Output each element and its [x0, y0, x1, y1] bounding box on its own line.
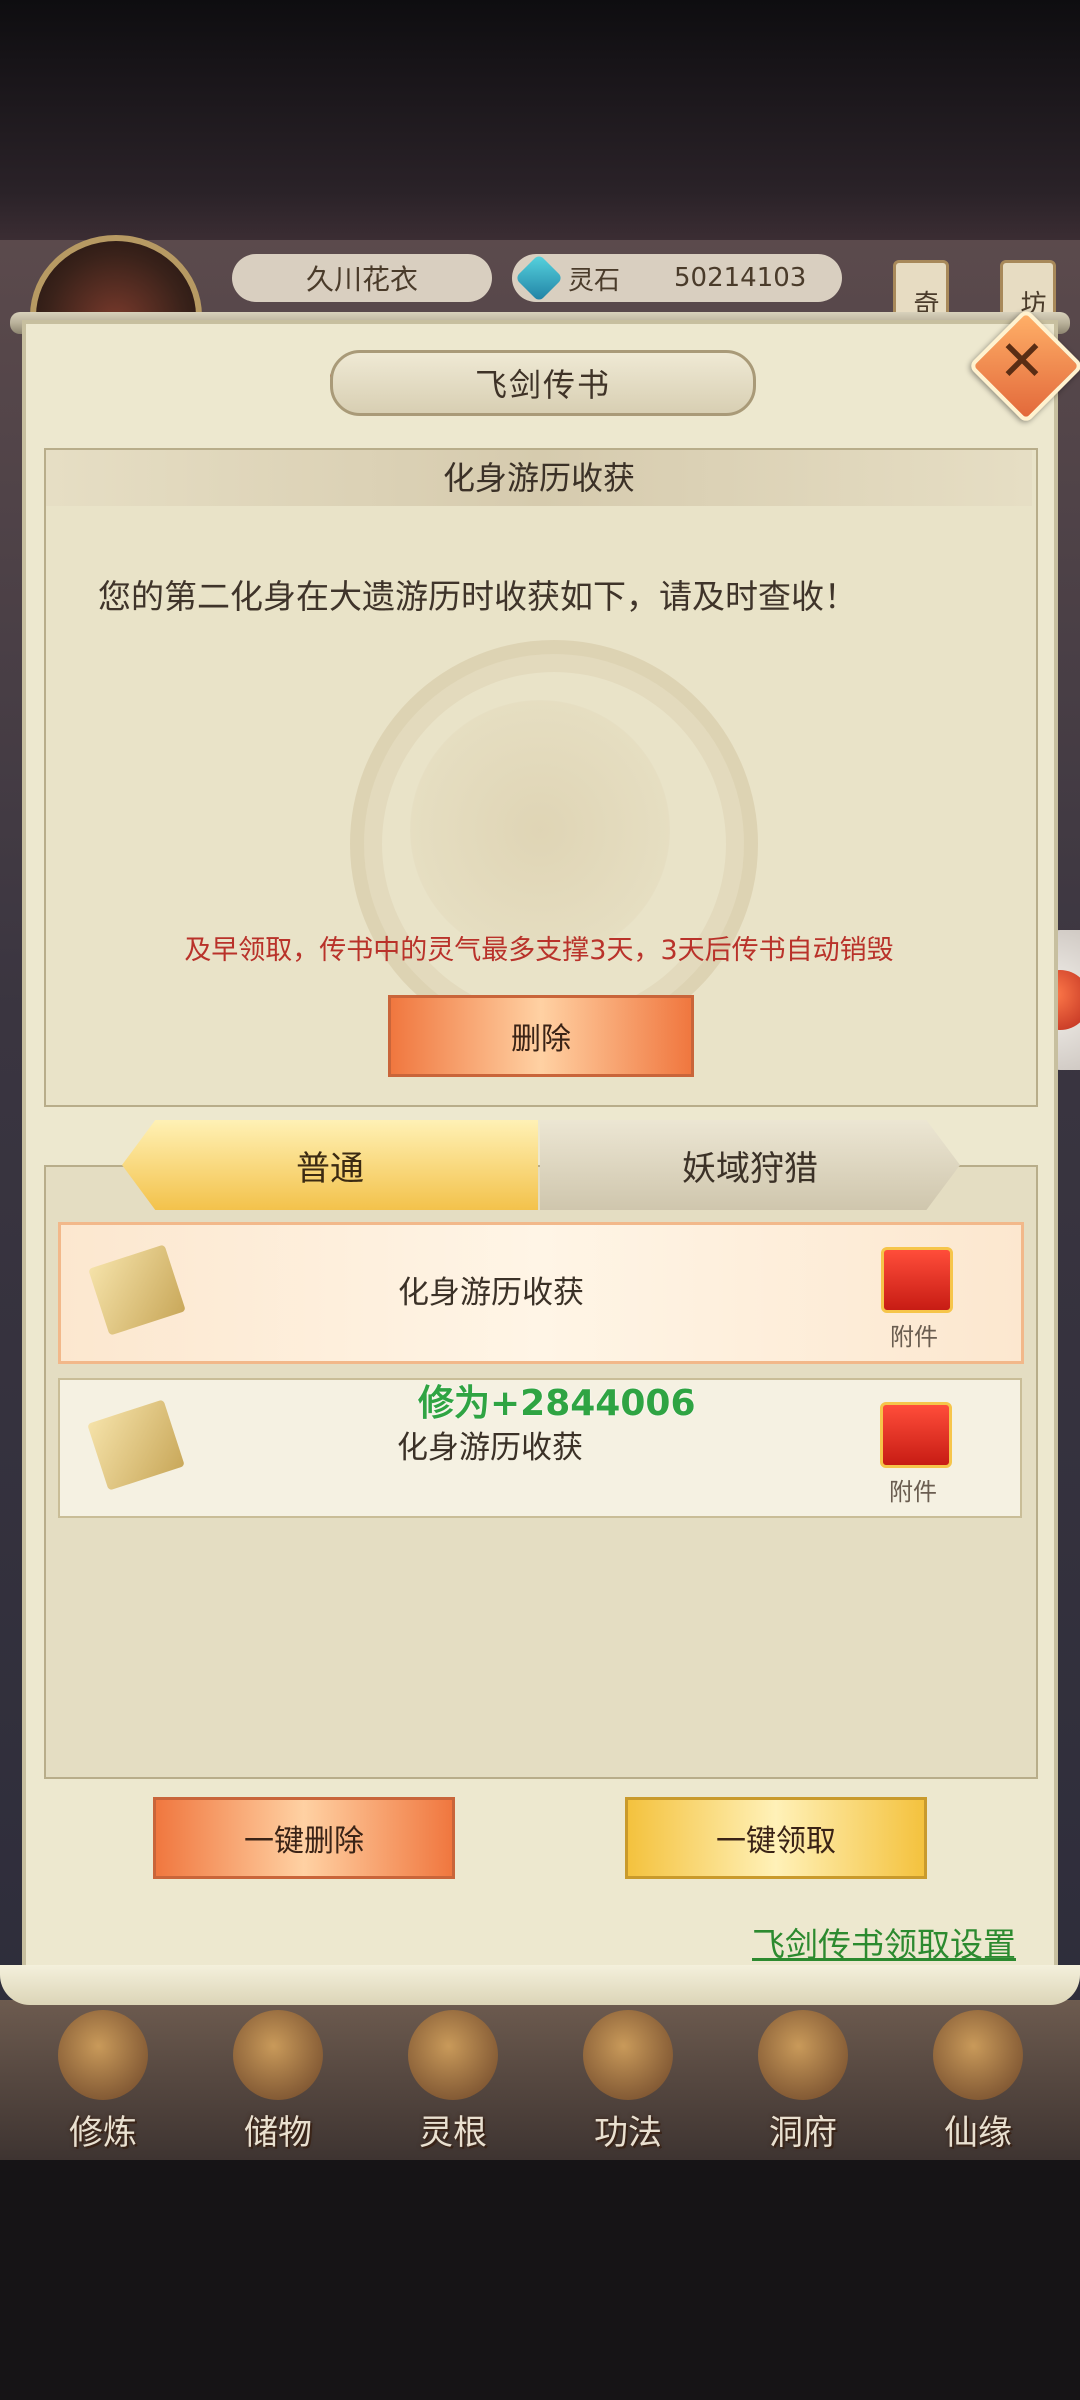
top-hud: 久川花衣 灵石 50214103 奇 坊 [0, 235, 1080, 397]
technique-book-icon [583, 2010, 673, 2100]
tab-normal[interactable]: 普通 [122, 1120, 538, 1210]
cave-abode-icon [758, 2010, 848, 2100]
nav-label: 修炼 [69, 2113, 137, 2153]
cultivate-icon [58, 2010, 148, 2100]
bottom-dark-band [0, 2160, 1080, 2400]
nav-label: 仙缘 [944, 2113, 1012, 2153]
cultivation-gain-popup: 修为+2844006 [418, 1383, 696, 1424]
spirit-root-icon [408, 2010, 498, 2100]
nav-label: 灵根 [419, 2113, 487, 2153]
dialog-title: 飞剑传书 [474, 366, 611, 404]
bottom-nav: 修炼 储物 灵根 功法 洞府 仙缘 [0, 2000, 1080, 2160]
gift-box-icon [880, 1402, 952, 1468]
storage-bag-icon [233, 2010, 323, 2100]
mail-item-title: 化身游历收获 [398, 1275, 584, 1311]
nav-item-technique[interactable]: 功法 [553, 2000, 703, 2160]
close-icon[interactable]: ✕ [985, 325, 1059, 399]
cloud-seal-center [410, 700, 670, 960]
delete-button[interactable]: 删除 [388, 995, 694, 1077]
player-name: 久川花衣 [232, 254, 492, 302]
nav-item-immortal-fate[interactable]: 仙缘 [903, 2000, 1053, 2160]
attachment-label: 附件 [890, 1323, 938, 1351]
claim-settings-link[interactable]: 飞剑传书领取设置 [752, 1918, 1016, 1966]
delete-all-button[interactable]: 一键删除 [153, 1797, 455, 1879]
mail-subject: 化身游历收获 [442, 459, 635, 497]
top-dark-band [0, 0, 1080, 240]
nav-item-cave-abode[interactable]: 洞府 [728, 2000, 878, 2160]
currency-value: 50214103 [674, 263, 807, 293]
spirit-stone-counter: 灵石 50214103 [512, 253, 842, 303]
gift-box-icon [881, 1247, 953, 1313]
expiry-warning: 及早领取，传书中的灵气最多支撑3天，3天后传书自动销毁 [184, 935, 894, 966]
nav-item-spirit-root[interactable]: 灵根 [378, 2000, 528, 2160]
mail-body-text: 您的第二化身在大遗游历时收获如下，请及时查收！ [98, 577, 857, 616]
attachment-label: 附件 [889, 1478, 937, 1506]
spirit-stone-icon [514, 253, 564, 303]
nav-item-storage[interactable]: 储物 [203, 2000, 353, 2160]
claim-all-button[interactable]: 一键领取 [625, 1797, 927, 1879]
nav-item-cultivate[interactable]: 修炼 [28, 2000, 178, 2160]
currency-label: 灵石 [568, 265, 621, 296]
mail-list-item[interactable]: 化身游历收获 附件 [58, 1222, 1024, 1364]
nav-label: 功法 [594, 2113, 662, 2153]
scroll-bottom-edge [0, 1965, 1080, 2005]
nav-label: 储物 [244, 2113, 312, 2153]
player-name-text: 久川花衣 [305, 263, 418, 296]
immortal-fate-icon [933, 2010, 1023, 2100]
nav-label: 洞府 [769, 2113, 837, 2153]
dialog-title-ribbon: 飞剑传书 [330, 350, 756, 416]
tab-demon-hunt[interactable]: 妖域狩猎 [540, 1120, 960, 1210]
